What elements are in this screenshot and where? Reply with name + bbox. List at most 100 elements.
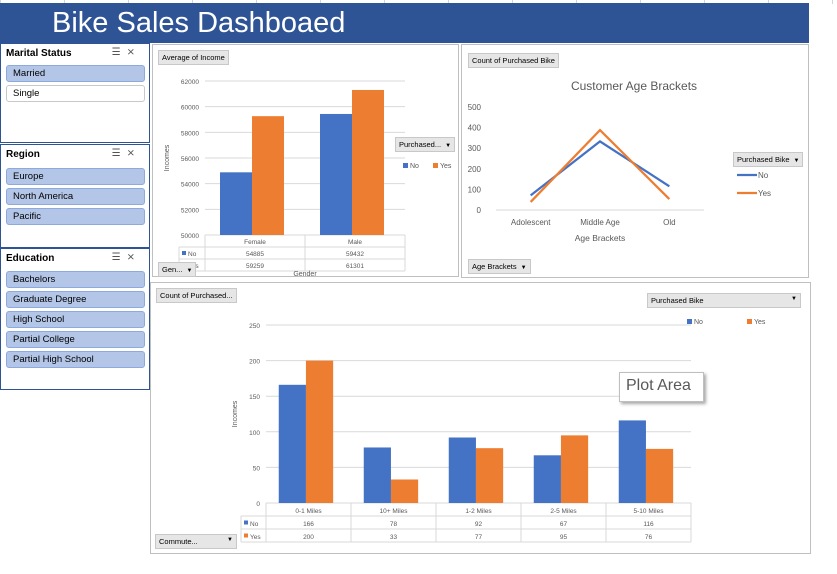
slicer-toolbar: ☰⨯ xyxy=(112,252,141,263)
y-tick-label: 400 xyxy=(468,124,482,133)
y-tick-label: 150 xyxy=(249,394,260,401)
x-axis-title: Gender xyxy=(293,271,317,278)
slicer-item-graduate-degree[interactable]: Graduate Degree xyxy=(6,291,145,308)
x-category-label: Old xyxy=(663,218,675,227)
slicer-item-married[interactable]: Married xyxy=(6,65,145,82)
table-value: 54885 xyxy=(246,251,264,258)
table-series-label: No xyxy=(250,521,259,528)
axis-field-button[interactable]: Age Brackets ▼ xyxy=(468,259,531,274)
table-value: 116 xyxy=(643,521,654,528)
legend-field-button[interactable]: Purchased Bike ▼ xyxy=(733,152,804,167)
table-value: 78 xyxy=(390,521,398,528)
table-legend-key xyxy=(182,251,186,255)
commute-chart: 0 50 100 150 200 250 Incomes 0-1 Miles 166 200 10+… xyxy=(232,319,766,543)
bar-no xyxy=(618,420,646,503)
table-value: 76 xyxy=(645,534,653,541)
y-tick-label: 0 xyxy=(477,206,482,215)
x-category-label: 1-2 Miles xyxy=(465,508,492,515)
multi-select-icon[interactable]: ☰ xyxy=(112,47,127,58)
commute-chart-panel[interactable]: 0 50 100 150 200 250 Incomes 0-1 Miles 166 200 10+… xyxy=(150,282,811,554)
y-tick-label: 60000 xyxy=(181,105,199,112)
legend-label: Yes xyxy=(440,163,452,170)
table-legend-key xyxy=(244,520,248,525)
value-field-button[interactable]: Average of Income xyxy=(158,50,229,65)
axis-field-button[interactable]: Gen... ▼ xyxy=(158,262,197,277)
bar-yes xyxy=(475,448,504,503)
y-tick-label: 58000 xyxy=(181,130,199,137)
legend-field-button[interactable]: Purchased Bike ▼ xyxy=(647,293,801,308)
x-axis-title: Age Brackets xyxy=(575,233,626,243)
table-value: 95 xyxy=(560,534,568,541)
slicer-item-pacific[interactable]: Pacific xyxy=(6,208,145,225)
slicer-title: Region xyxy=(6,149,40,160)
slicer-item-europe[interactable]: Europe xyxy=(6,168,145,185)
dashboard-title: Bike Sales Dashboaed xyxy=(52,7,346,39)
x-category-label: 10+ Miles xyxy=(380,508,409,515)
table-series-label: No xyxy=(188,251,197,258)
value-field-button[interactable]: Count of Purchased Bike xyxy=(468,53,559,68)
bar-yes xyxy=(352,89,384,235)
y-tick-label: 250 xyxy=(249,323,260,330)
legend-label: Yes xyxy=(754,319,766,326)
bar-yes xyxy=(390,479,419,503)
axis-field-label: Commute... xyxy=(159,537,198,546)
x-category-label: 2-5 Miles xyxy=(550,508,577,515)
clear-filter-icon[interactable]: ⨯ xyxy=(127,252,141,263)
table-legend-key xyxy=(244,533,248,538)
slicer-item-partial-high-school[interactable]: Partial High School xyxy=(6,351,145,368)
axis-field-button[interactable]: Commute... ▼ xyxy=(155,534,237,549)
slicer-education: Education ☰⨯ Bachelors Graduate Degree H… xyxy=(0,248,150,390)
table-value: 67 xyxy=(560,521,568,528)
clear-filter-icon[interactable]: ⨯ xyxy=(127,148,141,159)
bar-yes xyxy=(305,360,334,503)
table-value: 166 xyxy=(303,521,314,528)
value-field-button[interactable]: Count of Purchased... xyxy=(156,288,237,303)
age-chart-panel[interactable]: Customer Age Brackets 0 100 200 300 400 500 Ado… xyxy=(461,44,809,278)
table-value: 92 xyxy=(475,521,483,528)
bar-no xyxy=(533,455,561,503)
legend-key-no xyxy=(403,163,408,168)
legend-field-label: Purchased Bike xyxy=(651,296,704,305)
y-tick-label: 200 xyxy=(249,359,260,366)
y-axis-title: Incomes xyxy=(232,400,239,427)
multi-select-icon[interactable]: ☰ xyxy=(112,148,127,159)
y-tick-label: 50000 xyxy=(181,233,199,240)
legend-label: No xyxy=(694,319,703,326)
table-value: 61301 xyxy=(346,263,364,270)
bar-no xyxy=(278,384,306,503)
y-tick-label: 62000 xyxy=(181,79,199,86)
bar-no xyxy=(363,447,391,503)
y-tick-label: 100 xyxy=(468,185,482,194)
table-value: 33 xyxy=(390,534,398,541)
y-tick-label: 300 xyxy=(468,144,482,153)
slicer-item-single[interactable]: Single xyxy=(6,85,145,102)
dropdown-arrow-icon: ▼ xyxy=(520,265,527,271)
slicer-item-bachelors[interactable]: Bachelors xyxy=(6,271,145,288)
y-tick-label: 54000 xyxy=(181,182,199,189)
table-value: 200 xyxy=(303,534,314,541)
x-category-label: 0-1 Miles xyxy=(295,508,322,515)
x-category-label: Middle Age xyxy=(580,218,620,227)
table-value: 59259 xyxy=(246,263,264,270)
income-chart: 50000 52000 54000 56000 58000 60000 62000 Incom… xyxy=(164,79,452,278)
bar-yes xyxy=(252,116,284,235)
table-series-label: Yes xyxy=(250,534,261,541)
bar-no xyxy=(320,113,352,235)
axis-field-label: Age Brackets xyxy=(472,262,517,271)
axis-field-label: Gen... xyxy=(162,265,183,274)
multi-select-icon[interactable]: ☰ xyxy=(112,252,127,263)
legend-field-button[interactable]: Purchased... ▼ xyxy=(395,137,456,152)
dashboard-header: Bike Sales Dashboaed xyxy=(0,3,809,43)
y-tick-label: 500 xyxy=(468,103,482,112)
y-tick-label: 52000 xyxy=(181,207,199,214)
slicer-item-north-america[interactable]: North America xyxy=(6,188,145,205)
income-chart-panel[interactable]: 50000 52000 54000 56000 58000 60000 62000 Incom… xyxy=(152,44,459,278)
slicer-item-partial-college[interactable]: Partial College xyxy=(6,331,145,348)
bar-no xyxy=(220,172,252,235)
bar-yes xyxy=(645,448,674,503)
clear-filter-icon[interactable]: ⨯ xyxy=(127,47,141,58)
slicer-item-high-school[interactable]: High School xyxy=(6,311,145,328)
slicer-title: Marital Status xyxy=(6,48,72,59)
y-tick-label: 56000 xyxy=(181,156,199,163)
legend-key-yes xyxy=(433,163,438,168)
